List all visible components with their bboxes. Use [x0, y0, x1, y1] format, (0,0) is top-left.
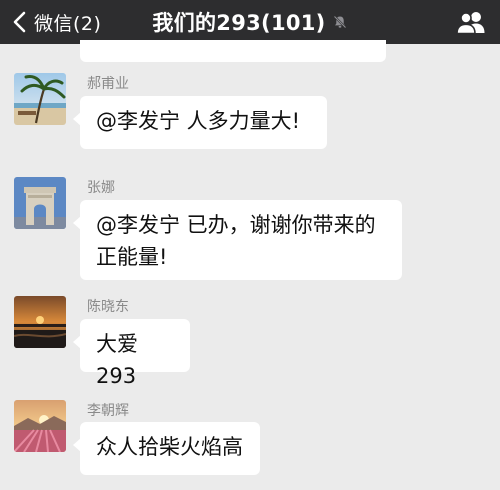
avatar[interactable] [14, 400, 66, 452]
back-label: 微信(2) [34, 12, 102, 35]
avatar[interactable] [14, 296, 66, 348]
message-text: 大爱293 [96, 332, 138, 388]
chat-title: 我们的293(101) [152, 11, 326, 35]
avatar-image [14, 177, 66, 229]
sender-name: 李朝辉 [87, 403, 129, 419]
avatar[interactable] [14, 177, 66, 229]
avatar-image [14, 400, 66, 452]
nav-bar: 微信(2) 我们的293(101) [0, 0, 500, 44]
back-button[interactable]: 微信(2) [10, 0, 101, 44]
message-text-line: 正能量! [96, 245, 168, 269]
message-bubble-partial[interactable] [80, 40, 386, 62]
avatar-image [14, 296, 66, 348]
group-members-button[interactable] [454, 7, 488, 37]
bell-muted-icon [333, 15, 346, 29]
message-text: @李发宁 人多力量大! [96, 109, 301, 133]
sender-name: 陈晓东 [87, 299, 129, 315]
message-bubble[interactable]: 大爱293 [73, 319, 190, 388]
sender-name: 张娜 [87, 180, 115, 196]
message-bubble[interactable]: @李发宁 人多力量大! [73, 96, 327, 149]
chat-area[interactable]: 郝甫业 @李发宁 人多力量大! 张娜 @李发宁 已办，谢谢你带来的 正能量! 陈… [0, 40, 500, 490]
avatar-image [14, 73, 66, 125]
message-text: 众人拾柴火焰高 [96, 435, 243, 459]
avatar[interactable] [14, 73, 66, 125]
group-members-icon [456, 12, 485, 35]
message-bubble[interactable]: @李发宁 已办，谢谢你带来的 正能量! [73, 200, 402, 280]
chevron-left-icon [13, 11, 26, 33]
message-bubble[interactable]: 众人拾柴火焰高 [73, 422, 260, 475]
sender-name: 郝甫业 [87, 76, 129, 92]
message-text-line: @李发宁 已办，谢谢你带来的 [96, 213, 376, 237]
